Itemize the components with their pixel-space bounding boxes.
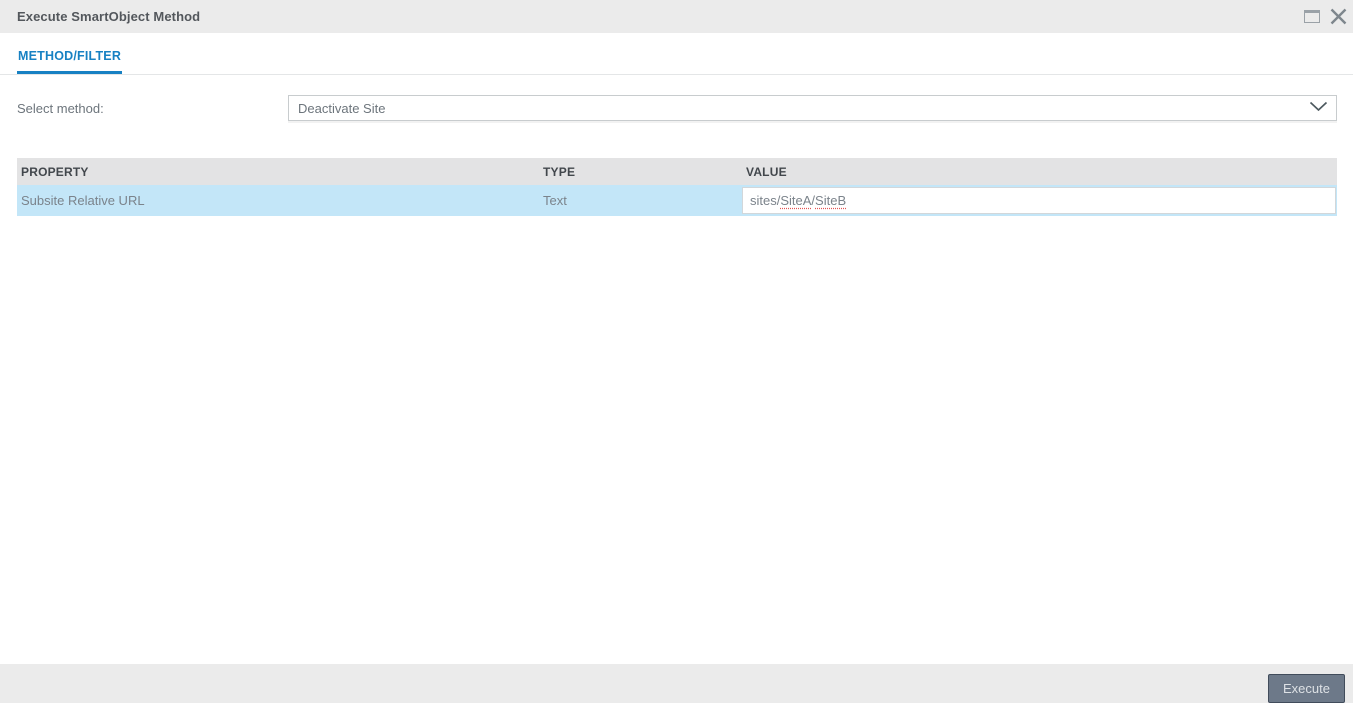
dialog-titlebar: Execute SmartObject Method <box>0 0 1353 33</box>
value-input[interactable]: sites/SiteA / SiteB <box>742 187 1336 214</box>
dialog-title: Execute SmartObject Method <box>17 9 201 24</box>
column-header-property: PROPERTY <box>21 164 89 179</box>
property-cell: Subsite Relative URL <box>21 193 145 208</box>
method-dropdown[interactable]: Deactivate Site <box>288 95 1337 121</box>
type-cell: Text <box>543 193 567 208</box>
value-text-misspelled: SiteA <box>780 193 812 208</box>
maximize-window-icon[interactable] <box>1304 10 1320 23</box>
value-text: sites/ <box>750 193 781 208</box>
window-controls <box>1304 0 1347 33</box>
chevron-down-icon <box>1309 99 1328 117</box>
table-header-row: PROPERTY TYPE VALUE <box>17 158 1337 185</box>
method-dropdown-value: Deactivate Site <box>298 100 386 116</box>
column-header-type: TYPE <box>543 164 576 179</box>
tab-bar: METHOD/FILTER <box>0 33 1353 75</box>
execute-button[interactable]: Execute <box>1268 674 1345 703</box>
tab-method-filter[interactable]: METHOD/FILTER <box>17 42 123 74</box>
dialog-footer: Execute <box>0 664 1353 703</box>
table-row[interactable]: Subsite Relative URL Text sites/SiteA / Si… <box>17 185 1337 216</box>
value-text-misspelled: SiteB <box>815 193 847 208</box>
column-header-value: VALUE <box>746 164 787 179</box>
tab-label: METHOD/FILTER <box>18 48 122 63</box>
parameters-table: PROPERTY TYPE VALUE Subsite Relative URL… <box>17 158 1337 216</box>
select-method-label: Select method: <box>17 101 104 116</box>
close-icon[interactable] <box>1330 8 1347 25</box>
value-cell: sites/SiteA / SiteB <box>742 187 1337 214</box>
